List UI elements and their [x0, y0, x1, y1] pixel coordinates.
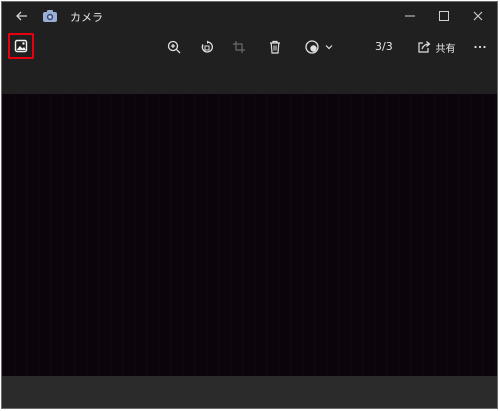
gallery-icon: [14, 39, 28, 53]
crop-icon: [233, 41, 245, 53]
share-icon: [417, 41, 430, 53]
share-button[interactable]: 共有: [411, 33, 461, 61]
filter-icon: [305, 40, 319, 54]
minimize-button[interactable]: [392, 2, 428, 30]
photo-toolbar: 3/3 共有: [2, 30, 497, 66]
crop-button[interactable]: [227, 33, 251, 61]
back-button[interactable]: [8, 2, 36, 30]
more-button[interactable]: [468, 33, 492, 61]
share-label: 共有: [435, 43, 456, 55]
photo-counter: 3/3: [375, 40, 393, 53]
maximize-button[interactable]: [426, 2, 462, 30]
maximize-icon: [439, 11, 449, 21]
camera-app-icon: [40, 2, 60, 30]
filter-button[interactable]: [299, 33, 339, 61]
title-bar: カメラ: [2, 2, 497, 30]
delete-icon: [270, 40, 280, 54]
close-button[interactable]: [460, 2, 496, 30]
chevron-down-icon: [325, 45, 333, 50]
back-arrow-icon: [16, 11, 27, 21]
minimize-icon: [405, 15, 415, 17]
rotate-button[interactable]: [195, 33, 219, 61]
zoom-in-icon: [167, 40, 181, 54]
close-icon: [473, 11, 483, 21]
photo-viewer[interactable]: [2, 94, 497, 376]
more-icon: [474, 45, 486, 49]
window-title: カメラ: [70, 11, 103, 24]
filmstrip-bar: [2, 376, 497, 408]
camera-app-window: カメラ 3/3 共有: [1, 1, 498, 409]
rotate-icon: [201, 40, 213, 53]
zoom-in-button[interactable]: [162, 33, 186, 61]
delete-button[interactable]: [263, 33, 287, 61]
gallery-button[interactable]: [8, 33, 34, 59]
